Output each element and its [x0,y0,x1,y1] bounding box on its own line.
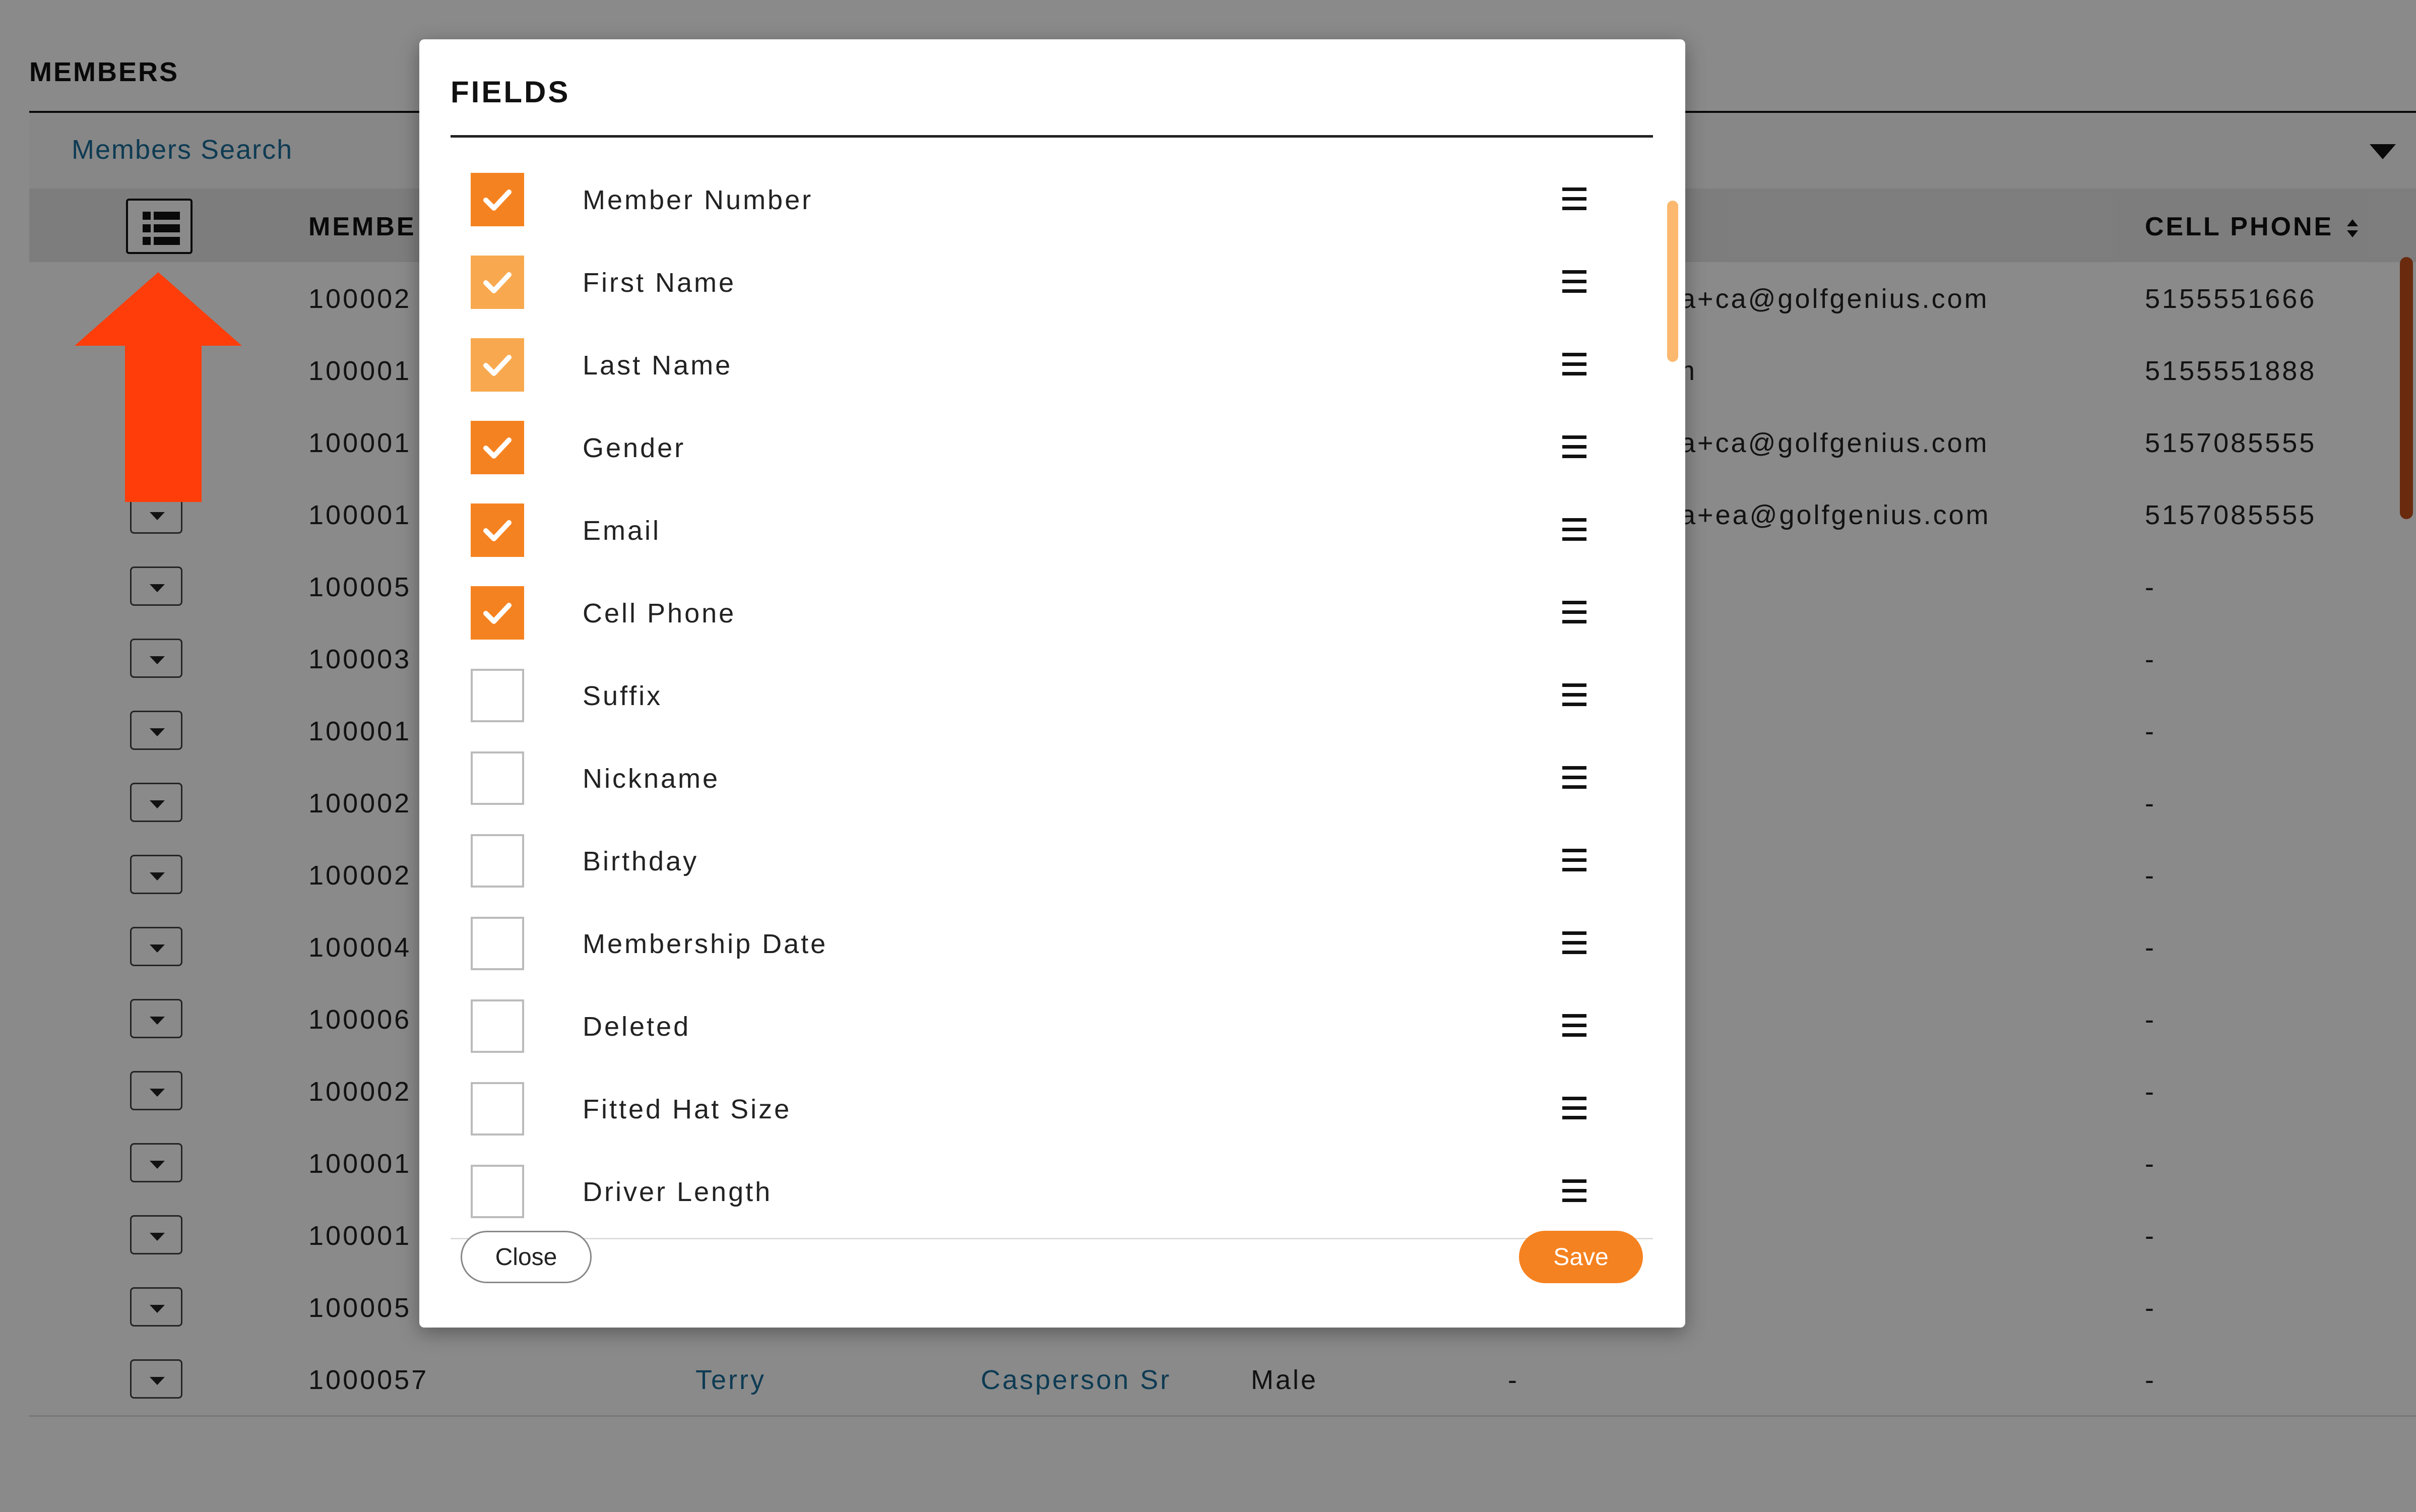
check-icon [483,603,512,624]
drag-handle-icon[interactable] [1562,931,1586,954]
field-row[interactable]: Cell Phone [451,572,1653,654]
field-checkbox[interactable] [471,669,524,722]
field-label: Birthday [583,846,699,876]
field-row[interactable]: Member Number [451,158,1653,241]
field-label: Gender [583,433,686,463]
drag-handle-icon[interactable] [1562,766,1586,789]
check-icon [483,520,512,541]
field-label: Member Number [583,185,813,215]
field-checkbox[interactable] [471,586,524,640]
field-checkbox[interactable] [471,751,524,805]
fields-modal: FIELDS Member Number First Name Last Name G… [419,39,1685,1328]
drag-handle-icon[interactable] [1562,1179,1586,1202]
field-list[interactable]: Member Number First Name Last Name Gender Em… [451,140,1653,1238]
check-icon [483,437,512,459]
field-checkbox[interactable] [471,421,524,474]
field-label: Fitted Hat Size [583,1094,792,1124]
field-checkbox[interactable] [471,917,524,970]
field-checkbox[interactable] [471,999,524,1053]
check-icon [483,355,512,376]
save-button[interactable]: Save [1519,1231,1643,1283]
drag-handle-icon[interactable] [1562,518,1586,541]
modal-footer-divider [451,1238,1653,1239]
field-label: First Name [583,268,736,298]
drag-handle-icon[interactable] [1562,187,1586,210]
drag-handle-icon[interactable] [1562,1014,1586,1037]
field-row[interactable]: Last Name [451,324,1653,406]
check-icon [483,272,512,293]
check-icon [483,190,512,211]
drag-handle-icon[interactable] [1562,435,1586,458]
field-checkbox[interactable] [471,338,524,392]
modal-title-divider [451,135,1653,138]
field-row[interactable]: Membership Date [451,902,1653,985]
drag-handle-icon[interactable] [1562,601,1586,623]
drag-handle-icon[interactable] [1562,270,1586,293]
field-row[interactable]: First Name [451,241,1653,324]
field-label: Last Name [583,350,733,381]
drag-handle-icon[interactable] [1562,683,1586,706]
field-checkbox[interactable] [471,173,524,226]
field-checkbox[interactable] [471,1165,524,1218]
close-button[interactable]: Close [461,1231,592,1283]
field-checkbox[interactable] [471,256,524,309]
field-checkbox[interactable] [471,1082,524,1136]
field-row[interactable]: Fitted Hat Size [451,1067,1653,1150]
field-row[interactable]: Gender [451,406,1653,489]
field-row[interactable]: Driver Length [451,1150,1653,1233]
drag-handle-icon[interactable] [1562,353,1586,375]
field-row[interactable]: Birthday [451,820,1653,902]
field-label: Deleted [583,1012,691,1042]
field-label: Cell Phone [583,598,736,628]
field-label: Membership Date [583,929,828,959]
field-list-scrollbar[interactable] [1667,201,1678,362]
field-label: Driver Length [583,1177,773,1207]
field-row[interactable]: Suffix [451,654,1653,737]
red-arrow [75,272,242,502]
field-label: Email [583,516,661,546]
field-row[interactable]: Nickname [451,737,1653,820]
modal-title: FIELDS [451,75,570,109]
field-label: Nickname [583,764,720,794]
drag-handle-icon[interactable] [1562,849,1586,871]
field-checkbox[interactable] [471,503,524,557]
field-row[interactable]: Email [451,489,1653,572]
field-checkbox[interactable] [471,834,524,888]
field-row[interactable]: Deleted [451,985,1653,1067]
drag-handle-icon[interactable] [1562,1097,1586,1119]
field-label: Suffix [583,681,663,711]
